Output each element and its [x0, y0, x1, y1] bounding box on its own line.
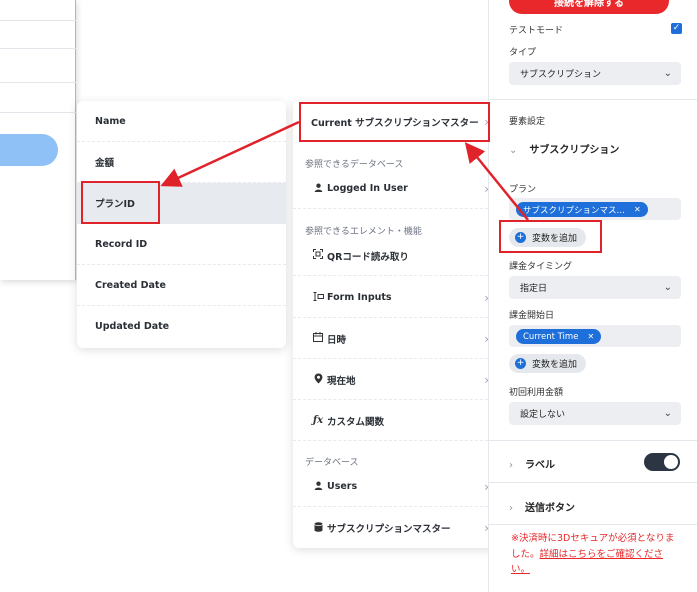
field-item-amount[interactable]: 金額: [77, 142, 286, 183]
label-section-title: ラベル: [525, 460, 555, 471]
artboard-divider: [0, 82, 76, 83]
plus-icon: +: [515, 232, 526, 243]
artboard-divider: [0, 20, 76, 21]
billing-start-label: 課金開始日: [509, 311, 555, 321]
chevron-down-icon: ⌄: [509, 145, 518, 156]
current-time-chip[interactable]: Current Time ✕: [516, 329, 602, 344]
field-item-updated-date[interactable]: Updated Date: [77, 306, 286, 347]
3d-secure-notice: ※決済時に3Dセキュアが必須となりました。詳細はこちらをご確認ください。: [511, 531, 681, 578]
type-label: タイプ: [509, 48, 537, 58]
test-mode-label: テストモード: [509, 26, 564, 36]
add-variable-button[interactable]: + 変数を追加: [509, 354, 587, 373]
elements-label: 要素設定: [509, 117, 546, 127]
chevron-right-icon: ›: [509, 460, 513, 471]
billing-timing-value: 指定日: [520, 284, 548, 294]
qr-scan-icon: [311, 249, 325, 262]
source-current-label: Current サブスクリプションマスター: [311, 118, 479, 129]
artboard-button[interactable]: [0, 134, 58, 166]
source-custom-function[interactable]: ƒx カスタム関数: [293, 401, 503, 441]
submit-section-toggle[interactable]: › 送信ボタン: [509, 499, 575, 514]
add-variable-label: 変数を追加: [532, 234, 578, 244]
initial-amount-label: 初回利用金額: [509, 388, 564, 398]
label-section-toggle[interactable]: › ラベル: [509, 456, 555, 471]
plan-label: プラン: [509, 185, 537, 195]
toggle-knob: [664, 455, 678, 469]
source-subscription-master[interactable]: サブスクリプションマスター ›: [293, 508, 503, 548]
source-users[interactable]: Users ›: [293, 467, 503, 507]
billing-timing-select[interactable]: 指定日 ⌄: [509, 276, 681, 299]
type-select-value: サブスクリプション: [520, 70, 602, 80]
field-item-name[interactable]: Name: [77, 101, 286, 142]
field-item-plan-id[interactable]: プランID: [77, 183, 286, 224]
source-datetime-label: 日時: [327, 334, 347, 346]
location-pin-icon: [311, 373, 325, 387]
source-current-subscription[interactable]: Current サブスクリプションマスター ›: [293, 101, 503, 143]
source-subscription-master-label: サブスクリプションマスター: [327, 524, 451, 535]
source-logged-in-user[interactable]: Logged In User ›: [293, 169, 503, 209]
add-variable-button[interactable]: + 変数を追加: [509, 228, 587, 247]
source-location-label: 現在地: [327, 375, 356, 387]
disconnect-button[interactable]: 接続を解除する: [509, 0, 669, 14]
chevron-down-icon: ⌄: [663, 68, 672, 79]
user-icon: [311, 481, 325, 493]
close-icon[interactable]: ✕: [587, 332, 594, 341]
plan-chip-label: サブスクリプションマス…: [523, 205, 626, 216]
initial-amount-value: 設定しない: [520, 410, 566, 420]
source-custom-function-label: カスタム関数: [327, 416, 385, 428]
source-qr-label: QRコード読み取り: [327, 251, 409, 263]
function-icon: ƒx: [312, 415, 324, 426]
divider: [489, 99, 697, 100]
canvas-artboard: [0, 0, 76, 280]
field-list-panel: Name 金額 プランID Record ID Created Date Upd…: [77, 101, 286, 348]
close-icon[interactable]: ✕: [634, 205, 641, 214]
submit-section-title: 送信ボタン: [525, 503, 575, 514]
source-qr-reader[interactable]: QRコード読み取り: [293, 236, 503, 276]
source-users-label: Users: [327, 481, 358, 492]
artboard-divider: [0, 112, 76, 113]
chevron-down-icon: ⌄: [663, 282, 672, 293]
form-input-icon: [311, 291, 325, 304]
test-mode-checkbox[interactable]: ✓: [671, 23, 682, 34]
add-variable-label: 変数を追加: [532, 360, 578, 370]
subscription-section-toggle[interactable]: ⌄ サブスクリプション: [509, 141, 619, 156]
calendar-icon: [311, 332, 325, 345]
field-item-created-date[interactable]: Created Date: [77, 265, 286, 306]
source-form-inputs[interactable]: Form Inputs ›: [293, 278, 503, 318]
chevron-right-icon: ›: [509, 503, 513, 514]
divider: [489, 440, 697, 441]
plan-variable-chip[interactable]: サブスクリプションマス… ✕: [516, 202, 648, 217]
user-icon: [311, 183, 325, 195]
source-form-inputs-label: Form Inputs: [327, 292, 392, 303]
billing-start-chip-label: Current Time: [523, 331, 579, 342]
source-location[interactable]: 現在地 ›: [293, 360, 503, 400]
artboard-divider: [0, 48, 76, 49]
source-datetime[interactable]: 日時 ›: [293, 319, 503, 359]
plan-field[interactable]: サブスクリプションマス… ✕: [509, 198, 681, 220]
field-item-record-id[interactable]: Record ID: [77, 224, 286, 265]
billing-timing-label: 課金タイミング: [509, 262, 573, 272]
divider: [489, 524, 697, 525]
settings-panel: 接続を解除する テストモード ✓ タイプ サブスクリプション ⌄ 要素設定 ⌄ サ…: [488, 0, 697, 592]
database-icon: [311, 521, 325, 535]
data-source-panel: Current サブスクリプションマスター › 参照できるデータベース Logg…: [293, 101, 503, 548]
subscription-section-title: サブスクリプション: [529, 145, 620, 156]
source-logged-in-user-label: Logged In User: [327, 183, 408, 194]
initial-amount-select[interactable]: 設定しない ⌄: [509, 402, 681, 425]
chevron-down-icon: ⌄: [663, 408, 672, 419]
type-select[interactable]: サブスクリプション ⌄: [509, 62, 681, 85]
billing-start-field[interactable]: Current Time ✕: [509, 325, 681, 347]
label-toggle[interactable]: [644, 453, 680, 471]
plus-icon: +: [515, 358, 526, 369]
divider: [489, 482, 697, 483]
